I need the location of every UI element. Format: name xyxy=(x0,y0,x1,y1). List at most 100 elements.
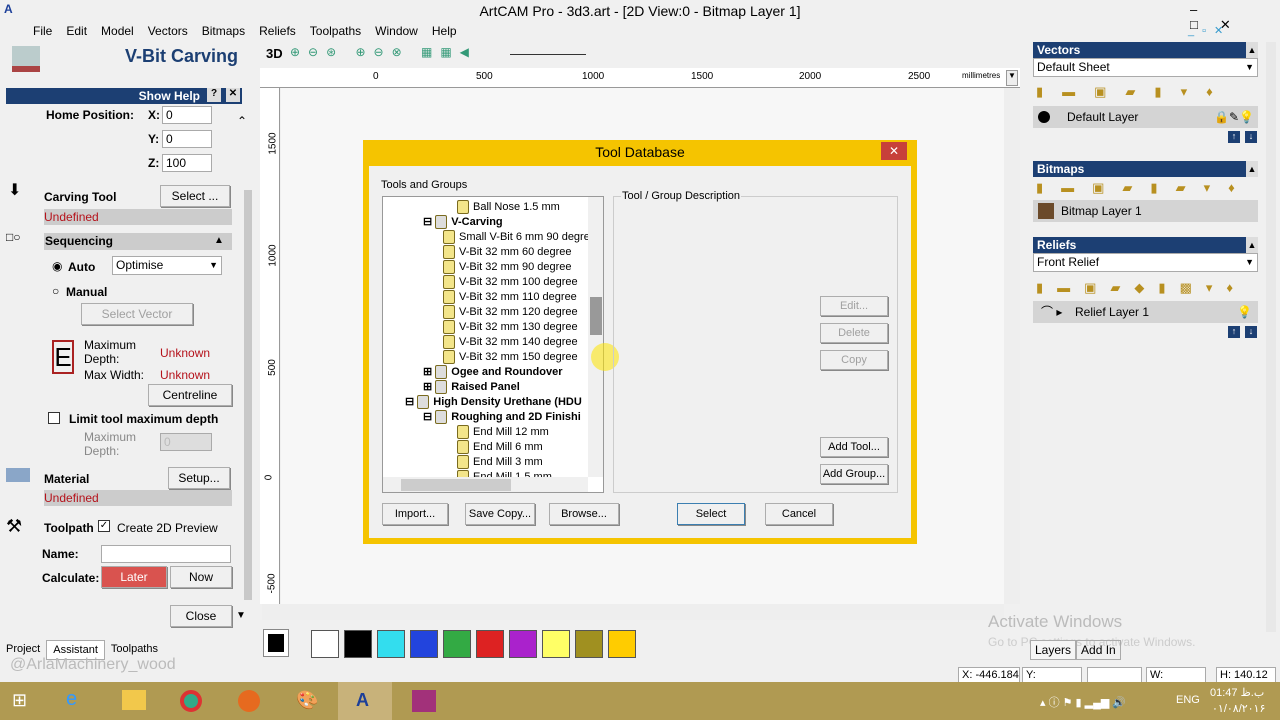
mdi-controls[interactable]: _▫✕ xyxy=(1188,24,1231,37)
menu-toolpaths[interactable]: Toolpaths xyxy=(303,24,368,38)
close-button[interactable]: Close xyxy=(170,605,232,627)
create-preview-checkbox[interactable]: ✓ xyxy=(98,520,110,532)
manual-radio[interactable]: ○ xyxy=(52,284,59,298)
material-setup-button[interactable]: Setup... xyxy=(168,467,230,489)
relief-visibility-icon[interactable]: 💡 xyxy=(1237,301,1252,323)
help-icon[interactable]: ? xyxy=(207,88,221,102)
relief-move-up-icon[interactable]: ↑ xyxy=(1228,326,1240,338)
units-dropdown[interactable]: ▼ xyxy=(1006,70,1018,86)
relief-select[interactable]: Front Relief ▼ xyxy=(1033,253,1258,272)
dialog-cancel-button[interactable]: Cancel xyxy=(765,503,833,525)
vertical-scrollbar[interactable] xyxy=(1004,88,1020,604)
calculate-later-button[interactable]: Later xyxy=(101,566,167,588)
tree-item[interactable]: V-Bit 32 mm 130 degree xyxy=(443,320,578,334)
relief-toolbar-icons[interactable]: ▮▬▣▰◆▮▩▾♦ xyxy=(1036,280,1258,296)
menu-model[interactable]: Model xyxy=(94,24,141,38)
close-help-icon[interactable]: ✕ xyxy=(226,88,240,102)
import-button[interactable]: Import... xyxy=(382,503,448,525)
tree-group[interactable]: ⊟ High Density Urethane (HDU xyxy=(405,395,582,410)
paint-icon[interactable]: 🎨 xyxy=(296,690,318,711)
tree-item[interactable]: V-Bit 32 mm 140 degree xyxy=(443,335,578,349)
current-color-swatch[interactable] xyxy=(263,629,289,657)
move-up-icon[interactable]: ↑ xyxy=(1228,131,1240,143)
sequencing-header[interactable]: Sequencing xyxy=(44,233,232,250)
artcam-taskbar-button[interactable]: A xyxy=(338,682,392,720)
menu-file[interactable]: File xyxy=(26,24,59,38)
clock-date[interactable]: ۰۱/۰۸/۲۰۱۶ xyxy=(1212,702,1265,715)
select-vector-button[interactable]: Select Vector xyxy=(81,303,193,325)
tree-item[interactable]: V-Bit 32 mm 90 degree xyxy=(443,260,572,274)
tree-group[interactable]: ⊟ V-Carving xyxy=(423,215,503,230)
tree-item[interactable]: End Mill 3 mm xyxy=(457,455,543,469)
tab-add-in[interactable]: Add In xyxy=(1076,640,1121,660)
bitmaps-header[interactable]: Bitmaps ▲ xyxy=(1033,161,1258,177)
tree-item[interactable]: V-Bit 32 mm 60 degree xyxy=(443,245,572,259)
home-y-input[interactable]: 0 xyxy=(162,130,212,148)
tree-group[interactable]: ⊞ Raised Panel xyxy=(423,380,520,395)
bitmap-toolbar-icons[interactable]: ▮▬▣▰▮▰▾♦ xyxy=(1036,180,1258,196)
tree-group[interactable]: ⊞ Ogee and Roundover xyxy=(423,365,563,380)
toolpath-name-input[interactable] xyxy=(101,545,231,563)
centreline-button[interactable]: Centreline xyxy=(148,384,232,406)
language-indicator[interactable]: ENG xyxy=(1176,694,1200,706)
move-down-icon[interactable]: ↓ xyxy=(1245,131,1257,143)
color-swatch-white[interactable] xyxy=(311,630,339,658)
tree-item[interactable]: V-Bit 32 mm 110 degree xyxy=(443,290,577,304)
sequencing-select[interactable]: Optimise ▼ xyxy=(112,256,222,275)
tree-item[interactable]: End Mill 6 mm xyxy=(457,440,543,454)
tree-group[interactable]: ⊟ Roughing and 2D Finishi xyxy=(423,410,581,425)
clock-time[interactable]: 01:47 ب.ظ xyxy=(1210,686,1264,699)
relief-move-down-icon[interactable]: ↓ xyxy=(1245,326,1257,338)
ie-icon[interactable]: e xyxy=(66,688,77,711)
menu-window[interactable]: Window xyxy=(368,24,425,38)
menu-help[interactable]: Help xyxy=(425,24,464,38)
tree-item[interactable]: Ball Nose 1.5 mm xyxy=(457,200,560,214)
color-swatch-gold[interactable] xyxy=(608,630,636,658)
edit-button[interactable]: Edit... xyxy=(820,296,888,316)
explorer-icon[interactable] xyxy=(122,690,146,710)
calculate-now-button[interactable]: Now xyxy=(170,566,232,588)
color-swatch-olive[interactable] xyxy=(575,630,603,658)
tree-item[interactable]: V-Bit 32 mm 100 degree xyxy=(443,275,578,289)
menu-reliefs[interactable]: Reliefs xyxy=(252,24,303,38)
copy-button[interactable]: Copy xyxy=(820,350,888,370)
tree-item[interactable]: Small V-Bit 6 mm 90 degree xyxy=(443,230,596,244)
tree-horizontal-scrollbar[interactable] xyxy=(383,477,588,492)
collapse-icon[interactable]: ▲ xyxy=(214,235,224,246)
menu-bitmaps[interactable]: Bitmaps xyxy=(195,24,252,38)
tab-layers[interactable]: Layers xyxy=(1030,640,1077,660)
home-z-input[interactable]: 100 xyxy=(162,154,212,172)
tray-icons[interactable]: ▴ ⓘ ⚑ ▮ ▂▄▆ 🔊 xyxy=(1040,694,1126,710)
chevron-down-icon[interactable]: ▼ xyxy=(236,610,246,621)
tree-item[interactable]: V-Bit 32 mm 120 degree xyxy=(443,305,578,319)
add-tool-button[interactable]: Add Tool... xyxy=(820,437,888,457)
start-icon[interactable]: ⊞ xyxy=(12,690,27,711)
auto-radio[interactable]: ◉ xyxy=(52,259,62,273)
firefox-icon[interactable] xyxy=(238,690,260,712)
color-swatch-red[interactable] xyxy=(476,630,504,658)
limit-max-depth-input[interactable]: 0 xyxy=(160,433,212,451)
tree-item[interactable]: End Mill 12 mm xyxy=(457,425,549,439)
zoom-icons[interactable]: ⊕⊖⊛ ⊕⊖⊗ ▦▦◀ xyxy=(290,45,477,59)
dialog-select-button[interactable]: Select xyxy=(677,503,745,525)
home-x-input[interactable]: 0 xyxy=(162,106,212,124)
color-swatch-cyan[interactable] xyxy=(377,630,405,658)
relief-layer-row[interactable]: ⌒ ▸ Relief Layer 1 💡 xyxy=(1033,301,1258,323)
chrome-icon[interactable] xyxy=(180,690,202,712)
color-swatch-yellow[interactable] xyxy=(542,630,570,658)
bitmap-layer-row[interactable]: Bitmap Layer 1 xyxy=(1033,200,1258,222)
3d-view-button[interactable]: 3D xyxy=(266,46,283,61)
color-swatch-black[interactable] xyxy=(344,630,372,658)
browse-button[interactable]: Browse... xyxy=(549,503,619,525)
menu-vectors[interactable]: Vectors xyxy=(141,24,195,38)
dialog-close-icon[interactable]: ✕ xyxy=(881,142,907,160)
color-swatch-green[interactable] xyxy=(443,630,471,658)
zoom-slider[interactable] xyxy=(510,54,586,55)
layer-visibility-icon[interactable]: 🔒✎💡 xyxy=(1214,106,1254,128)
menu-edit[interactable]: Edit xyxy=(59,24,94,38)
vector-toolbar-icons[interactable]: ▮▬▣▰▮▾♦ xyxy=(1036,84,1258,100)
vector-sheet-select[interactable]: Default Sheet ▼ xyxy=(1033,58,1258,77)
vectors-header[interactable]: Vectors ▲ xyxy=(1033,42,1258,58)
add-group-button[interactable]: Add Group... xyxy=(820,464,888,484)
recorder-icon[interactable] xyxy=(412,690,436,712)
